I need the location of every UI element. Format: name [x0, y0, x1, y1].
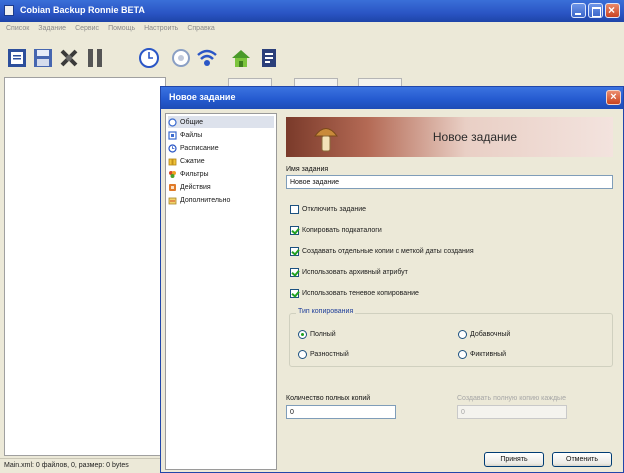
maximize-button[interactable]: [588, 3, 603, 18]
menu-item-service[interactable]: Сервис: [75, 25, 99, 32]
filters-icon: [169, 170, 176, 178]
disable-task-checkbox[interactable]: Отключить задание: [290, 205, 366, 214]
menu-item-reference[interactable]: Справка: [187, 25, 214, 32]
settings-icon[interactable]: [170, 47, 192, 69]
radio-dot: [458, 330, 467, 339]
menubar: Список Задание Сервис Помощь Настроить С…: [0, 22, 624, 35]
radio-label: Фиктивный: [470, 351, 507, 358]
checkbox-label: Использовать теневое копирование: [302, 290, 419, 297]
radio-incremental[interactable]: Добавочный: [458, 330, 510, 339]
compression-icon: [168, 158, 177, 165]
dialog-content: Новое задание Имя задания Отключить зада…: [281, 113, 621, 470]
nav-item-label: Дополнительно: [180, 196, 231, 204]
files-icon: [168, 130, 177, 140]
checkbox-label: Копировать подкаталоги: [302, 227, 382, 234]
main-titlebar[interactable]: Cobian Backup Ronnie BETA: [0, 0, 624, 22]
checkbox-box: [290, 268, 299, 277]
save-icon[interactable]: [32, 47, 54, 69]
nav-item-label: Общие: [180, 118, 204, 126]
checkbox-label: Отключить задание: [302, 206, 367, 213]
checkbox-box: [290, 226, 299, 235]
app-icon: [4, 5, 14, 16]
diff-interval-label: Создавать полную копию каждые: [457, 395, 566, 402]
menu-item-list[interactable]: Список: [6, 25, 29, 32]
nav-item-actions[interactable]: Действия: [168, 181, 274, 193]
help-icon[interactable]: [258, 47, 280, 69]
nav-item-files[interactable]: Файлы: [168, 129, 274, 141]
full-copies-input[interactable]: [286, 405, 396, 419]
radio-dot: [298, 330, 307, 339]
new-list-icon[interactable]: [6, 47, 28, 69]
dialog-title: Новое задание: [169, 92, 236, 102]
cancel-button[interactable]: Отменить: [552, 452, 612, 467]
actions-icon: [169, 183, 176, 191]
banner-title: Новое задание: [432, 130, 517, 144]
nav-item-label: Сжатие: [180, 157, 205, 165]
radio-full[interactable]: Полный: [298, 330, 336, 339]
nav-item-label: Файлы: [180, 131, 203, 139]
home-icon[interactable]: [230, 47, 252, 69]
nav-item-schedule[interactable]: Расписание: [168, 142, 274, 154]
task-list-pane[interactable]: [4, 77, 166, 456]
nav-item-compression[interactable]: Сжатие: [168, 155, 274, 167]
pause-icon[interactable]: [84, 47, 106, 69]
full-copies-label: Количество полных копий: [286, 395, 371, 402]
wireless-icon[interactable]: [196, 47, 218, 69]
nav-item-filters[interactable]: Фильтры: [168, 168, 274, 180]
new-task-dialog: Новое задание × Общие Файлы Расписание С…: [160, 86, 624, 473]
radio-label: Полный: [310, 331, 336, 338]
checkbox-box: [290, 205, 299, 214]
menu-item-settings[interactable]: Настроить: [144, 25, 178, 32]
radio-dot: [458, 350, 467, 359]
checkbox-label: Создавать отдельные копии с меткой даты …: [302, 248, 474, 255]
menu-item-task[interactable]: Задание: [38, 25, 66, 32]
nav-item-label: Фильтры: [180, 170, 209, 178]
checkbox-box: [290, 247, 299, 256]
ok-button[interactable]: Принять: [484, 452, 544, 467]
task-name-input[interactable]: [286, 175, 613, 189]
checkbox-label: Использовать архивный атрибут: [302, 269, 408, 276]
diff-interval-input: [457, 405, 567, 419]
copy-type-group: Тип копирования Полный Добавочный Разнос…: [289, 308, 613, 367]
radio-label: Добавочный: [470, 331, 511, 338]
nav-item-label: Действия: [180, 183, 211, 191]
task-name-label: Имя задания: [286, 166, 329, 173]
header-banner: Новое задание: [286, 117, 613, 157]
radio-label: Разностный: [310, 351, 349, 358]
archive-attribute-checkbox[interactable]: Использовать архивный атрибут: [290, 268, 408, 277]
nav-item-advanced[interactable]: Дополнительно: [168, 194, 274, 206]
dialog-close-button[interactable]: ×: [606, 90, 621, 105]
copy-subdirs-checkbox[interactable]: Копировать подкаталоги: [290, 226, 382, 235]
checkbox-box: [290, 289, 299, 298]
clock-icon[interactable]: [138, 47, 160, 69]
dialog-nav-list: Общие Файлы Расписание Сжатие Фильтры Де…: [165, 113, 277, 470]
window-title: Cobian Backup Ronnie BETA: [20, 5, 145, 15]
shadow-copy-checkbox[interactable]: Использовать теневое копирование: [290, 289, 419, 298]
close-button[interactable]: [605, 3, 620, 18]
toolbar: [0, 35, 624, 77]
copy-type-legend: Тип копирования: [296, 308, 356, 315]
schedule-icon: [168, 143, 177, 153]
advanced-icon: [168, 197, 177, 204]
tools-icon[interactable]: [58, 47, 80, 69]
nav-item-general[interactable]: Общие: [168, 116, 274, 128]
radio-dummy[interactable]: Фиктивный: [458, 350, 506, 359]
minimize-button[interactable]: [571, 3, 586, 18]
radio-dot: [298, 350, 307, 359]
nav-item-label: Расписание: [180, 144, 219, 152]
radio-differential[interactable]: Разностный: [298, 350, 349, 359]
menu-item-help[interactable]: Помощь: [108, 25, 135, 32]
separate-copies-checkbox[interactable]: Создавать отдельные копии с меткой даты …: [290, 247, 474, 256]
status-text: Main.xml: 0 файлов, 0, размер: 0 bytes: [4, 462, 129, 469]
dialog-titlebar[interactable]: Новое задание ×: [161, 87, 623, 109]
general-icon: [168, 117, 177, 127]
